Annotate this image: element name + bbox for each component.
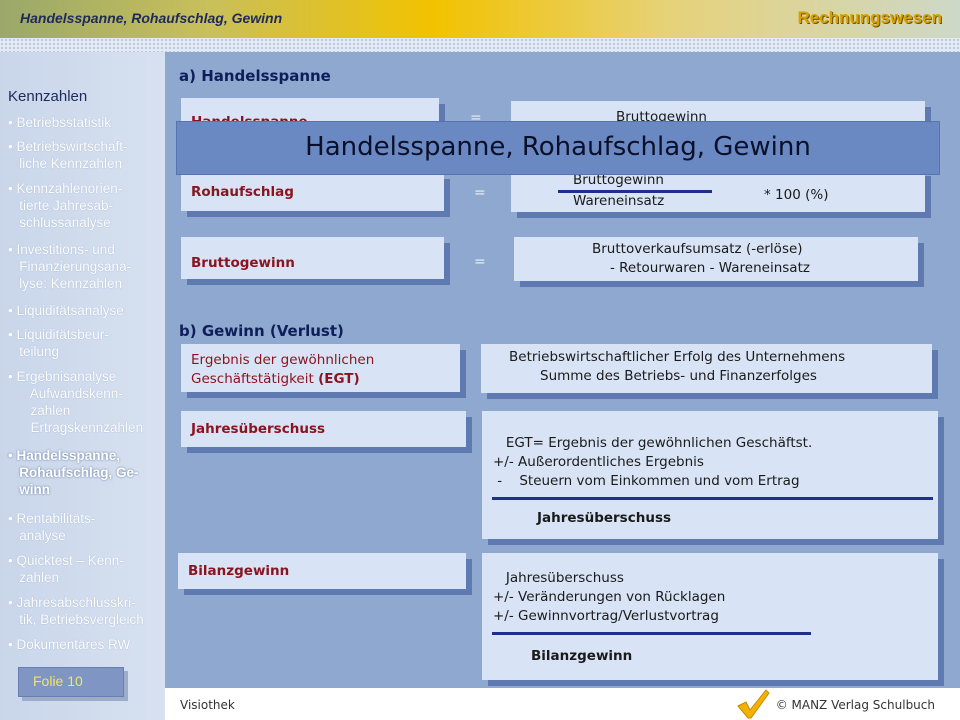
sidebar-item-rentabilitaetsanalyse[interactable]: • Rentabilitäts- analyse [8, 510, 168, 544]
egt-abbreviation: (EGT) [318, 371, 360, 387]
formula-bruttogewinn: Bruttoverkaufsumsatz (-erlöse) - Retourw… [514, 237, 918, 281]
egt-label-line2: Geschäftstätigkeit [191, 371, 319, 387]
brand-logo-text: Rechnungswesen [797, 8, 942, 27]
sidebar-item-liquiditaetsanalyse[interactable]: • Liquiditätsanalyse [8, 302, 168, 319]
equals-sign: = [474, 254, 486, 270]
section-b-title: b) Gewinn (Verlust) [179, 322, 344, 340]
box-bilanzgewinn: Jahresüberschuss +/- Veränderungen von R… [482, 553, 938, 680]
footer-visiothek: Visiothek [180, 698, 235, 712]
sidebar-item-betriebswirtschaftliche-kennzahlen[interactable]: • Betriebswirtschaft- liche Kennzahlen [8, 138, 168, 172]
footer: Visiothek © MANZ Verlag Schulbuch [165, 688, 960, 720]
footer-copyright: © MANZ Verlag Schulbuch [775, 698, 935, 712]
sidebar-item-dokumentaeres-rw[interactable]: • Dokumentäres RW [8, 636, 168, 653]
sum-line [492, 497, 933, 500]
sidebar-item-ergebnisanalyse[interactable]: • Ergebnisanalyse Aufwandskenn- zahlen E… [8, 368, 168, 436]
slide-number-badge[interactable]: Folie 10 [18, 667, 124, 697]
overlay-title-banner: Handelsspanne, Rohaufschlag, Gewinn [176, 121, 940, 175]
label-bilanzgewinn: Bilanzgewinn [178, 553, 466, 589]
sidebar: Kennzahlen • Betriebsstatistik • Betrieb… [0, 52, 165, 720]
label-rohaufschlag: Rohaufschlag [181, 173, 444, 211]
label-jahresueberschuss: Jahresüberschuss [181, 411, 466, 447]
label-bruttogewinn: Bruttogewinn [181, 237, 444, 279]
header-dot-strip [0, 38, 960, 52]
egt-label-line1: Ergebnis der gewöhnlichen [191, 352, 375, 368]
sidebar-item-handelsspanne[interactable]: • Handelsspanne, Rohaufschlag, Ge- winn [8, 447, 168, 498]
label-egt: Ergebnis der gewöhnlichen Geschäftstätig… [181, 344, 460, 392]
sidebar-item-jahresabschlusskritik[interactable]: • Jahresabschlusskri- tik, Betriebsvergl… [8, 594, 168, 628]
sidebar-item-quicktest[interactable]: • Quicktest – Kenn- zahlen [8, 552, 168, 586]
sidebar-title: Kennzahlen [8, 88, 88, 105]
header-bar: Handelsspanne, Rohaufschlag, Gewinn Rech… [0, 0, 960, 38]
checkmark-icon [737, 689, 770, 719]
header-title: Handelsspanne, Rohaufschlag, Gewinn [20, 10, 283, 26]
sidebar-item-investitions-finanzierungsanalyse[interactable]: • Investitions- und Finanzierungsana- ly… [8, 241, 168, 292]
sidebar-item-liquiditaetsbeurteilung[interactable]: • Liquiditätsbeur- teilung [8, 326, 168, 360]
section-a-title: a) Handelsspanne [179, 67, 331, 85]
overlay-title: Handelsspanne, Rohaufschlag, Gewinn [305, 132, 811, 162]
equals-sign: = [474, 185, 486, 201]
sidebar-item-jahresabschlussanalyse[interactable]: • Kennzahlenorien- tierte Jahresab- schl… [8, 180, 168, 231]
box-jahresueberschuss: EGT= Ergebnis der gewöhnlichen Geschäfts… [482, 411, 938, 539]
box-egt: Betriebswirtschaftlicher Erfolg des Unte… [481, 344, 932, 393]
sidebar-item-betriebsstatistik[interactable]: • Betriebsstatistik [8, 114, 168, 131]
slide-number: Folie 10 [33, 673, 83, 689]
fraction-line [558, 190, 712, 193]
sum-line [492, 632, 811, 635]
